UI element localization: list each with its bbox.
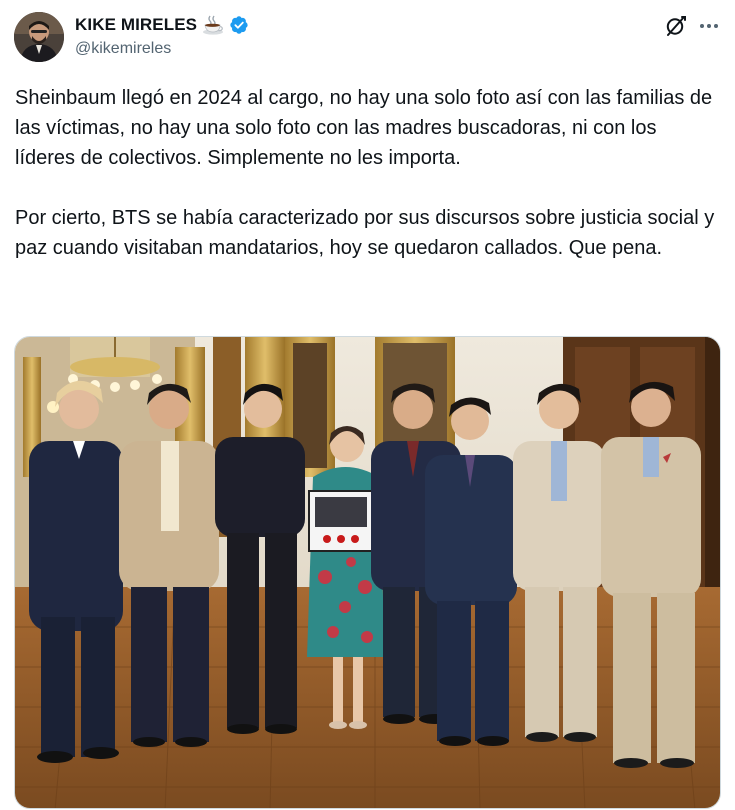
avatar-image: [14, 12, 64, 62]
tweet-media-photo[interactable]: [14, 336, 721, 809]
verified-badge-icon[interactable]: [229, 15, 249, 35]
author-name-row[interactable]: KIKE MIRELES: [75, 13, 249, 37]
avatar[interactable]: [14, 12, 64, 62]
tweet-card: KIKE MIRELES @kikemireles Sheinbaum lleg…: [0, 0, 735, 810]
more-options-ellipsis-icon[interactable]: [697, 14, 721, 38]
grok-slash-icon[interactable]: [664, 14, 688, 38]
group-photo-image: [15, 337, 720, 808]
person-8: [601, 381, 701, 768]
coffee-cup-emoji-icon: [202, 14, 224, 36]
author-handle[interactable]: @kikemireles: [75, 40, 171, 58]
tweet-paragraph-1: Sheinbaum llegó en 2024 al cargo, no hay…: [15, 87, 713, 169]
tweet-paragraph-2: Por cierto, BTS se había caracterizado p…: [15, 207, 715, 259]
tweet-text: Sheinbaum llegó en 2024 al cargo, no hay…: [15, 83, 715, 263]
display-name[interactable]: KIKE MIRELES: [75, 15, 197, 35]
